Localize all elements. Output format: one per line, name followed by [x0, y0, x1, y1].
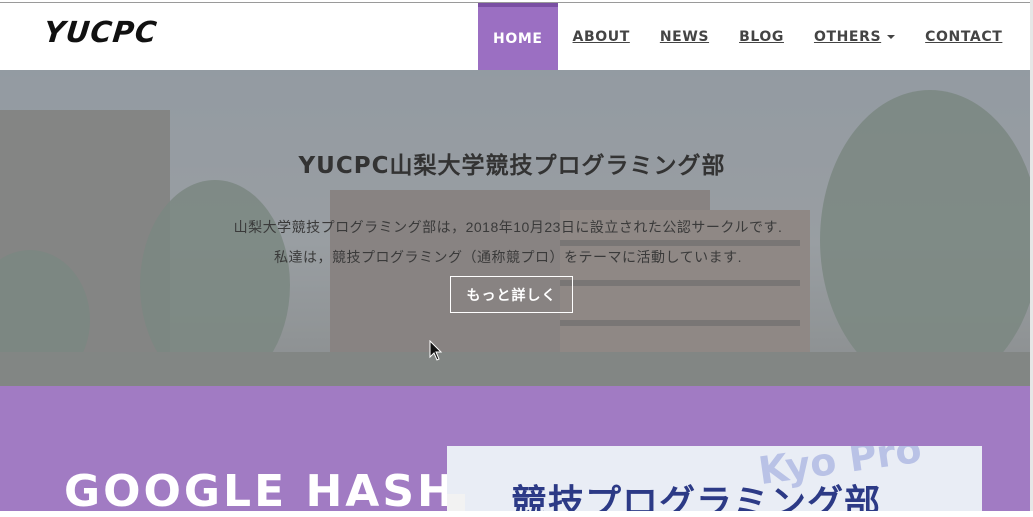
google-hash-section: GOOGLE HASH Kyo Pro 競技プログラミング部 [0, 386, 1030, 517]
nav-contact[interactable]: CONTACT [910, 3, 1017, 70]
promo-heading: 競技プログラミング部 [511, 483, 882, 511]
nav-others-dropdown[interactable]: OTHERS [799, 3, 910, 70]
hero-section: YUCPC山梨大学競技プログラミング部 山梨大学競技プログラミング部は，2018… [0, 70, 1030, 386]
nav-about[interactable]: ABOUT [558, 3, 645, 70]
section-title: GOOGLE HASH [64, 466, 457, 517]
promo-image-corner [447, 494, 465, 511]
caret-down-icon [887, 34, 896, 39]
learn-more-button[interactable]: もっと詳しく [450, 276, 573, 313]
nav-news[interactable]: NEWS [645, 3, 724, 70]
navbar: YUCPC HOME ABOUT NEWS BLOG OTHERS CONTAC… [0, 3, 1030, 70]
nav-blog[interactable]: BLOG [724, 3, 799, 70]
hero-title: YUCPC山梨大学競技プログラミング部 [298, 153, 726, 179]
nav-news-label: NEWS [659, 28, 710, 45]
nav-about-label: ABOUT [572, 28, 630, 45]
nav-blog-label: BLOG [739, 28, 784, 45]
promo-image[interactable]: Kyo Pro 競技プログラミング部 [447, 446, 982, 511]
mouse-pointer-icon [429, 340, 443, 361]
nav-others-label: OTHERS [813, 28, 882, 45]
nav-home-label: HOME [493, 30, 543, 47]
hero-description-line-1: 山梨大学競技プログラミング部は，2018年10月23日に設立された公認サークルで… [233, 219, 783, 235]
nav-home[interactable]: HOME [478, 3, 558, 70]
main-nav: HOME ABOUT NEWS BLOG OTHERS CONTACT [478, 3, 1017, 70]
brand-logo[interactable]: YUCPC [42, 15, 159, 49]
nav-contact-label: CONTACT [925, 28, 1003, 45]
hero-description-line-2: 私達は，競技プログラミング（通称競プロ）をテーマに活動しています. [274, 249, 742, 265]
